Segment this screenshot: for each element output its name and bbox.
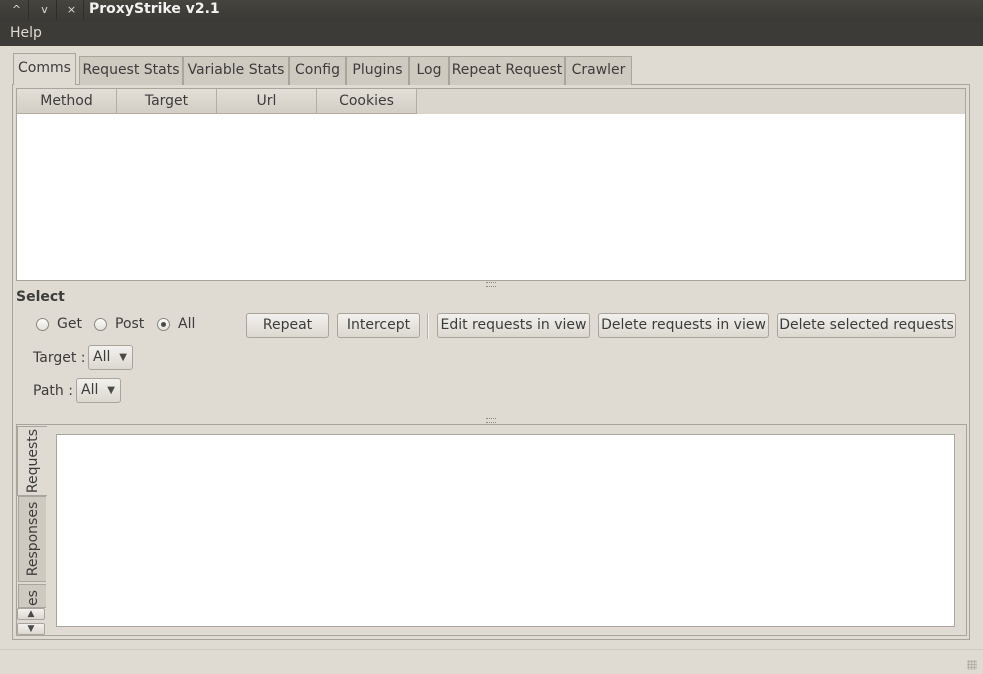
- select-heading: Select: [16, 289, 65, 305]
- target-combo[interactable]: All ▼: [88, 345, 133, 370]
- tab-request-stats[interactable]: Request Stats: [79, 56, 183, 85]
- tab-variable-stats[interactable]: Variable Stats: [183, 56, 289, 85]
- tab-responses-label: Responses: [24, 501, 41, 577]
- toolbar-separator: [427, 313, 429, 339]
- path-combo[interactable]: All ▼: [76, 378, 121, 403]
- menubar: Help: [0, 21, 983, 46]
- tab-log[interactable]: Log: [409, 56, 449, 85]
- close-button[interactable]: ×: [60, 0, 84, 20]
- chevron-down-icon: ▼: [27, 624, 35, 634]
- tab-requests-label: Requests: [24, 428, 41, 494]
- tab-partial[interactable]: es: [18, 584, 46, 608]
- column-cookies[interactable]: Cookies: [317, 89, 417, 114]
- radio-get-label[interactable]: Get: [57, 316, 82, 332]
- column-method[interactable]: Method: [17, 89, 117, 114]
- pane-splitter-handle[interactable]: [486, 418, 496, 423]
- chevron-down-icon: ▼: [107, 385, 115, 396]
- intercept-button[interactable]: Intercept: [337, 313, 420, 338]
- delete-requests-in-view-button[interactable]: Delete requests in view: [598, 313, 769, 338]
- table-header-filler: [417, 89, 965, 114]
- title-bar: ^ v × ProxyStrike v2.1: [0, 0, 983, 21]
- target-label: Target :: [33, 350, 86, 366]
- pane-splitter-handle[interactable]: [486, 282, 496, 287]
- table-header: Method Target Url Cookies: [17, 89, 417, 114]
- tab-repeat-request[interactable]: Repeat Request: [449, 56, 565, 85]
- resize-grip-icon[interactable]: [967, 660, 977, 670]
- tab-requests[interactable]: Requests: [17, 426, 47, 496]
- maximize-button[interactable]: ^: [5, 0, 29, 20]
- tab-responses[interactable]: Responses: [18, 496, 46, 582]
- method-radio-group: Get Post All: [36, 316, 216, 334]
- tab-scroll-down-button[interactable]: ▼: [17, 623, 45, 635]
- menu-help[interactable]: Help: [10, 25, 42, 41]
- chevron-up-icon: ▲: [27, 609, 35, 619]
- path-combo-value: All: [81, 382, 99, 398]
- delete-selected-requests-button[interactable]: Delete selected requests: [777, 313, 956, 338]
- radio-post[interactable]: [94, 318, 107, 331]
- column-target[interactable]: Target: [117, 89, 217, 114]
- radio-post-label[interactable]: Post: [115, 316, 144, 332]
- tab-plugins[interactable]: Plugins: [346, 56, 409, 85]
- repeat-button[interactable]: Repeat: [246, 313, 329, 338]
- minimize-button[interactable]: v: [33, 0, 57, 20]
- radio-all[interactable]: [157, 318, 170, 331]
- request-text-area[interactable]: [56, 434, 955, 627]
- radio-get[interactable]: [36, 318, 49, 331]
- window-title: ProxyStrike v2.1: [89, 1, 220, 17]
- path-label: Path :: [33, 383, 73, 399]
- target-combo-value: All: [93, 349, 111, 365]
- status-bar: [0, 649, 983, 674]
- tab-crawler[interactable]: Crawler: [565, 56, 632, 85]
- edit-requests-in-view-button[interactable]: Edit requests in view: [437, 313, 590, 338]
- tab-comms[interactable]: Comms: [13, 53, 76, 85]
- chevron-down-icon: ▼: [119, 352, 127, 363]
- tab-scroll-up-button[interactable]: ▲: [17, 608, 45, 620]
- column-url[interactable]: Url: [217, 89, 317, 114]
- requests-table[interactable]: Method Target Url Cookies: [16, 88, 966, 281]
- tab-partial-label: es: [24, 590, 41, 607]
- radio-all-label[interactable]: All: [178, 316, 195, 332]
- tab-config[interactable]: Config: [289, 56, 346, 85]
